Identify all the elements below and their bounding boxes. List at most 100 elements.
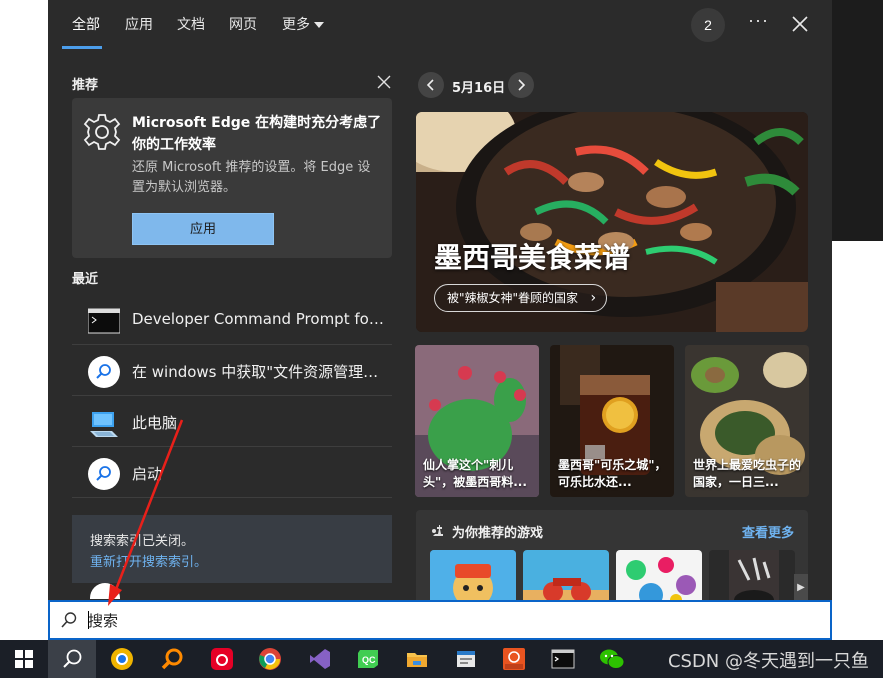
hero-link-label: 被"辣椒女神"眷顾的国家 [447, 291, 579, 305]
recommendation-title: Microsoft Edge 在构建时充分考虑了你的工作效率 [132, 115, 382, 153]
taskbar-app[interactable] [490, 640, 538, 678]
ubuntu-app-icon [503, 648, 525, 670]
list-item[interactable]: 此电脑 [72, 397, 392, 447]
search-panel: 全部 应用 文档 网页 更多 2 ··· 推荐 Microsoft Edge 在… [48, 0, 832, 640]
chevron-down-icon [314, 22, 324, 28]
sword-game-image [709, 550, 795, 602]
reenable-index-link[interactable]: 重新打开搜索索引。 [90, 551, 207, 570]
list-item-label: 此电脑 [132, 414, 178, 432]
chrome-canary-icon [111, 648, 133, 670]
search-tool-icon [161, 648, 183, 670]
apply-button[interactable]: 应用 [132, 213, 274, 245]
taskbar-app[interactable] [539, 640, 587, 678]
game-tile[interactable] [523, 550, 609, 602]
tab-documents[interactable]: 文档 [177, 14, 205, 34]
recommendation-card: Microsoft Edge 在构建时充分考虑了你的工作效率 还原 Micros… [72, 98, 392, 258]
list-item[interactable]: 在 windows 中获取"文件资源管理器... [72, 346, 392, 396]
taskbar-app[interactable] [148, 640, 196, 678]
next-day-button[interactable] [508, 72, 534, 98]
hero-link[interactable]: 被"辣椒女神"眷顾的国家 › [434, 284, 608, 312]
chevron-right-icon[interactable]: ▶ [794, 574, 808, 602]
list-item-label: 启动 [132, 465, 163, 483]
game-tile[interactable] [430, 550, 516, 602]
taskbar-app[interactable] [98, 640, 146, 678]
taskbar-app[interactable] [588, 640, 636, 678]
index-status-text: 搜索索引已关闭。 [90, 534, 195, 549]
recent-heading: 最近 [72, 272, 99, 287]
games-heading: 为你推荐的游戏 [452, 526, 544, 541]
rewards-badge[interactable]: 2 [691, 8, 725, 42]
tab-bar: 全部 应用 文档 网页 更多 2 ··· [48, 0, 832, 50]
game-tile[interactable] [709, 550, 795, 602]
recommend-heading: 推荐 [72, 78, 99, 93]
chevron-left-icon [426, 79, 434, 91]
tab-all[interactable]: 全部 [72, 14, 100, 34]
taskbar-app[interactable] [442, 640, 490, 678]
taskbar: QC CSDN @冬天遇到一只鱼 [0, 640, 883, 678]
tab-more[interactable]: 更多 [282, 14, 324, 34]
taskbar-search-button[interactable] [48, 640, 96, 678]
text-caret [88, 611, 89, 629]
tab-web[interactable]: 网页 [229, 14, 257, 34]
taskbar-app[interactable] [393, 640, 441, 678]
news-card-caption: 世界上最爱吃虫子的国家，一日三... [693, 458, 802, 489]
list-item-label: 在 windows 中获取"文件资源管理器... [132, 363, 387, 381]
games-section: 为你推荐的游戏 查看更多 ▶ [416, 510, 808, 602]
news-card[interactable]: 世界上最爱吃虫子的国家，一日三... [685, 345, 809, 497]
taskbar-app[interactable] [198, 640, 246, 678]
news-card[interactable]: 墨西哥"可乐之城"，可乐比水还... [550, 345, 674, 497]
search-input[interactable] [88, 608, 788, 632]
folder-icon [407, 653, 427, 667]
windows-logo-icon [15, 650, 33, 668]
chrome-icon [259, 648, 281, 670]
search-icon [88, 458, 120, 490]
taskbar-app[interactable]: QC [344, 640, 392, 678]
notepad-app-icon [457, 651, 475, 667]
search-index-notice: 搜索索引已关闭。 重新打开搜索索引。 [72, 515, 392, 583]
list-item-icon [90, 583, 120, 599]
news-card[interactable]: 仙人掌这个"刺儿头"，被墨西哥料... [415, 345, 539, 497]
taskbar-app[interactable] [246, 640, 294, 678]
chevron-right-icon: › [590, 290, 597, 306]
previous-day-button[interactable] [418, 72, 444, 98]
search-box[interactable] [48, 600, 832, 640]
list-item[interactable]: 启动 [72, 448, 392, 498]
hero-title: 墨西哥美食菜谱 [434, 241, 631, 274]
more-options-button[interactable]: ··· [748, 10, 769, 31]
close-icon[interactable] [790, 14, 810, 34]
search-icon [61, 612, 77, 628]
recommendation-description: 还原 Microsoft 推荐的设置。将 Edge 设置为默认浏览器。 [132, 160, 371, 195]
see-more-link[interactable]: 查看更多 [742, 522, 794, 541]
moto-game-image [523, 550, 609, 602]
close-icon[interactable] [376, 74, 392, 90]
search-icon [63, 649, 82, 668]
date-label: 5月16日 [452, 81, 506, 96]
terminal-icon [551, 649, 575, 669]
gear-icon [83, 114, 121, 150]
cmd-icon [88, 308, 120, 334]
chess-icon [432, 525, 443, 536]
search-icon [88, 356, 120, 388]
hero-card[interactable]: 墨西哥美食菜谱 被"辣椒女神"眷顾的国家 › [416, 112, 808, 332]
balls-game-image [616, 550, 702, 602]
list-item[interactable]: Developer Command Prompt for ... [72, 295, 392, 345]
wechat-icon [600, 649, 625, 669]
svg-text:QC: QC [362, 655, 376, 665]
computer-icon [90, 412, 118, 437]
chevron-right-icon [518, 79, 526, 91]
watermark: CSDN @冬天遇到一只鱼 [667, 651, 869, 672]
news-card-caption: 仙人掌这个"刺儿头"，被墨西哥料... [423, 458, 527, 489]
qt-creator-icon: QC [358, 650, 378, 668]
news-card-caption: 墨西哥"可乐之城"，可乐比水还... [558, 458, 667, 489]
start-button[interactable] [0, 640, 48, 678]
active-tab-indicator [62, 46, 102, 49]
list-item-label: Developer Command Prompt for ... [132, 310, 387, 328]
subway-surfers-image [430, 550, 516, 602]
netease-music-icon [211, 648, 233, 670]
taskbar-app[interactable] [296, 640, 344, 678]
tab-more-label: 更多 [282, 17, 310, 33]
tab-apps[interactable]: 应用 [125, 14, 153, 34]
background-window [832, 0, 883, 241]
game-tile[interactable] [616, 550, 702, 602]
visual-studio-icon [310, 649, 330, 669]
